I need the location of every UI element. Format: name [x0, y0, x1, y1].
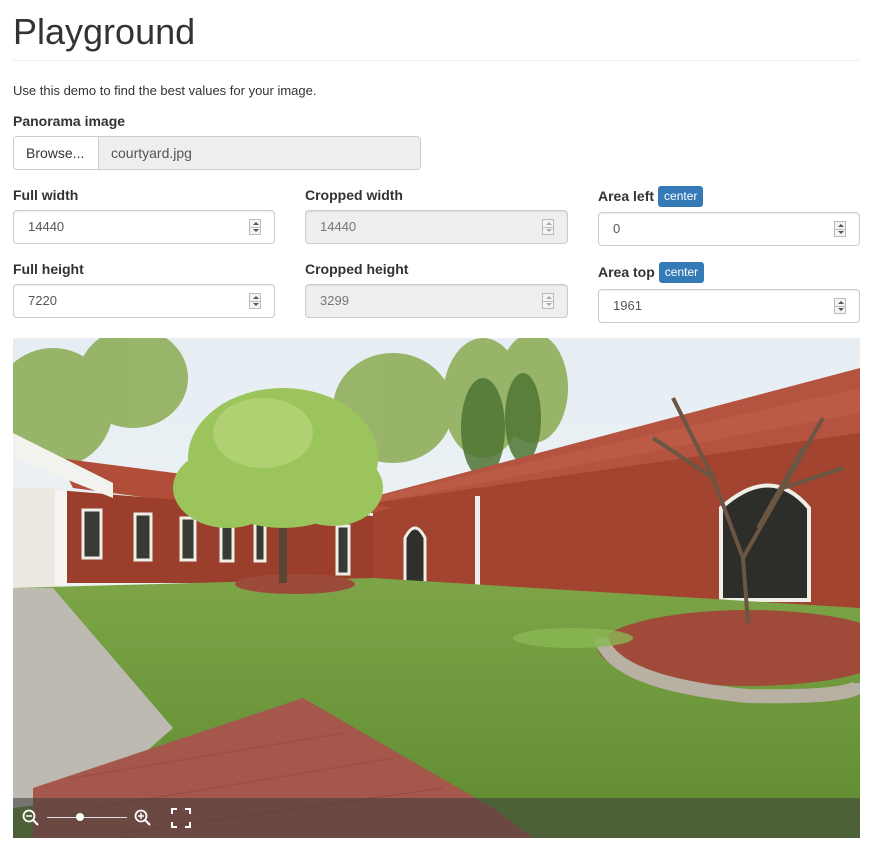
cropped-width-value: 14440	[320, 219, 357, 234]
full-width-label: Full width	[13, 187, 79, 203]
area-left-label-text: Area left	[598, 188, 655, 204]
browse-button[interactable]: Browse...	[14, 137, 99, 169]
cropped-width-input: 14440	[305, 210, 568, 244]
zoom-slider[interactable]	[47, 798, 127, 838]
cropped-height-value: 3299	[320, 293, 349, 308]
viewer-controls	[13, 798, 860, 838]
area-top-label-text: Area top	[598, 264, 655, 280]
zoom-slider-track	[47, 817, 127, 818]
area-top-input[interactable]: 1961	[598, 289, 860, 323]
area-top-label: Area top center	[598, 262, 705, 283]
zoom-slider-thumb[interactable]	[76, 813, 84, 821]
zoom-out-icon[interactable]	[21, 798, 41, 838]
area-top-center-badge[interactable]: center	[658, 262, 705, 283]
panorama-file-input[interactable]: Browse... courtyard.jpg	[13, 136, 421, 170]
title-divider	[13, 60, 860, 61]
full-height-label: Full height	[13, 261, 84, 277]
panorama-image-label: Panorama image	[13, 113, 126, 129]
spinner-icon[interactable]	[834, 221, 846, 237]
page-title: Playground	[13, 11, 196, 52]
area-top-value: 1961	[613, 298, 642, 313]
full-width-value: 14440	[28, 219, 65, 234]
spinner-icon[interactable]	[834, 298, 846, 314]
spinner-icon	[542, 293, 554, 309]
panorama-scene	[13, 338, 860, 838]
file-name-field: courtyard.jpg	[99, 137, 420, 169]
spinner-icon[interactable]	[249, 293, 261, 309]
area-left-value: 0	[613, 221, 621, 236]
intro-text: Use this demo to find the best values fo…	[13, 83, 317, 98]
panorama-viewer[interactable]	[13, 338, 860, 838]
cropped-width-label: Cropped width	[305, 187, 403, 203]
area-left-center-badge[interactable]: center	[658, 186, 704, 207]
area-left-input[interactable]: 0	[598, 212, 860, 246]
spinner-icon	[542, 219, 554, 235]
full-width-input[interactable]: 14440	[13, 210, 275, 244]
zoom-in-icon[interactable]	[133, 798, 153, 838]
fullscreen-icon[interactable]	[170, 798, 192, 838]
spinner-icon[interactable]	[249, 219, 261, 235]
cropped-height-input: 3299	[305, 284, 568, 318]
cropped-height-label: Cropped height	[305, 261, 409, 277]
full-height-input[interactable]: 7220	[13, 284, 275, 318]
full-height-value: 7220	[28, 293, 57, 308]
area-left-label: Area left center	[598, 186, 704, 207]
